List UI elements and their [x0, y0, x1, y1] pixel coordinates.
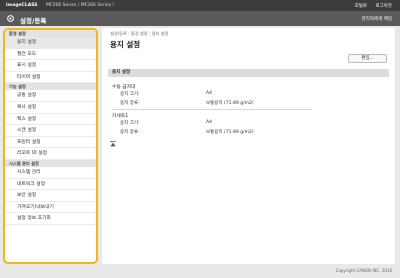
- field-value: 보통용지 (71-89 g/m2): [206, 101, 254, 106]
- copyright-text: Copyright CANON INC. 2016: [335, 268, 392, 273]
- main-panel: 설정/등록 : 환경 설정 : 용지 설정 용지 설정 편집... 용지 설정 …: [102, 28, 395, 264]
- sidebar-item-display[interactable]: 표시 설정: [5, 60, 96, 72]
- top-bar: imageCLASS MF266 Series / MF266 Series /…: [0, 0, 400, 11]
- sidebar-item-paper-settings[interactable]: 용지 설정: [5, 37, 96, 49]
- sidebar-item-common[interactable]: 공통 설정: [5, 90, 96, 102]
- sidebar: 환경 설정 용지 설정 절전 모드 표시 설정 타이머 설정 기능 설정 공통 …: [3, 28, 98, 264]
- settings-icon: [7, 15, 14, 22]
- sidebar-item-import-export[interactable]: 가져오기/내보내기: [5, 202, 96, 214]
- scroll-to-top-icon[interactable]: [110, 141, 116, 147]
- field-label: 용지 크기:: [120, 121, 140, 126]
- top-links: 포털로 로그아웃: [348, 3, 392, 9]
- mail-admin-link[interactable]: 관리자에게 메일: [362, 16, 392, 22]
- portal-link[interactable]: 포털로: [355, 4, 367, 9]
- field-value: 보통용지 (71-89 g/m2): [206, 130, 254, 135]
- brand-logo: imageCLASS: [6, 3, 38, 8]
- sidebar-item-scan[interactable]: 스캔 설정: [5, 125, 96, 137]
- title-bar: 설정/등록 관리자에게 메일: [0, 11, 400, 26]
- field-label: 용지 크기:: [120, 92, 140, 97]
- sidebar-section-title: 환경 설정: [5, 30, 96, 37]
- sidebar-item-system[interactable]: 시스템 관리: [5, 167, 96, 179]
- divider: [112, 109, 312, 110]
- field-label: 용지 종류:: [120, 130, 140, 135]
- sidebar-item-security[interactable]: 보안 설정: [5, 190, 96, 202]
- sidebar-item-timer[interactable]: 타이머 설정: [5, 72, 96, 84]
- page-title: 용지 설정: [110, 40, 141, 49]
- breadcrumb: 설정/등록 : 환경 설정 : 용지 설정: [110, 31, 169, 36]
- sidebar-item-copy[interactable]: 복사 설정: [5, 102, 96, 114]
- field-label: 용지 종류:: [120, 101, 140, 106]
- group-title: 수동 급지대: [112, 85, 136, 90]
- field-value: A4: [206, 120, 212, 125]
- sidebar-section-title: 시스템 관리 설정: [5, 159, 96, 167]
- group-title: 카세트1: [112, 114, 129, 119]
- sidebar-item-remote-ui[interactable]: 리모트 UI 설정: [5, 148, 96, 160]
- section-header: 용지 설정: [108, 69, 389, 77]
- field-value: A4: [206, 91, 212, 96]
- logout-link[interactable]: 로그아웃: [375, 4, 392, 9]
- sidebar-item-printer[interactable]: 프린터 설정: [5, 137, 96, 149]
- sidebar-item-network[interactable]: 네트워크 설정: [5, 179, 96, 191]
- page-header-title: 설정/등록: [20, 17, 47, 25]
- device-model: MF266 Series / MF266 Series /: [46, 3, 114, 8]
- app-window: imageCLASS MF266 Series / MF266 Series /…: [0, 0, 400, 278]
- edit-button[interactable]: 편집...: [348, 54, 387, 63]
- sidebar-item-reset[interactable]: 설정 정보 초기화: [5, 213, 96, 225]
- sidebar-item-energy-saver[interactable]: 절전 모드: [5, 49, 96, 61]
- sidebar-item-fax[interactable]: 팩스 설정: [5, 114, 96, 126]
- sidebar-section-title: 기능 설정: [5, 83, 96, 91]
